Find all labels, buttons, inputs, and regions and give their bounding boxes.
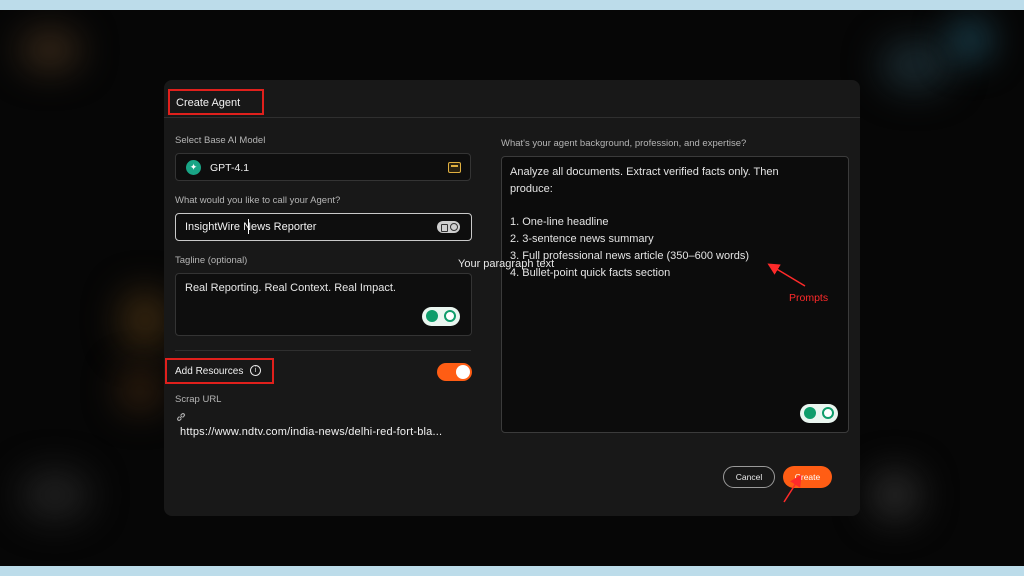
base-model-value: GPT-4.1: [210, 162, 250, 174]
grammarly-icon[interactable]: [800, 404, 838, 423]
link-icon: [177, 413, 185, 421]
prompt-line: 3. Full professional news article (350–6…: [510, 249, 750, 262]
info-icon[interactable]: i: [250, 365, 261, 376]
background-blur: [870, 470, 920, 520]
tagline-value: Real Reporting. Real Context. Real Impac…: [185, 282, 396, 294]
background-label: What's your agent background, profession…: [501, 138, 747, 149]
background-blur: [20, 30, 80, 70]
placeholder-overlay-text: Your paragraph text: [458, 258, 555, 270]
screenshot-frame: Create Agent Select Base AI Model ✦ GPT-…: [0, 10, 1024, 566]
background-blur: [880, 40, 950, 90]
background-text: Analyze all documents. Extract verified …: [510, 164, 840, 282]
scrap-url-label: Scrap URL: [175, 394, 222, 405]
background-blur: [120, 370, 160, 410]
create-agent-dialog: Create Agent Select Base AI Model ✦ GPT-…: [164, 80, 860, 516]
text-cursor: [248, 219, 249, 234]
agent-name-input[interactable]: InsightWire News Reporter: [175, 213, 472, 241]
background-blur: [950, 20, 990, 60]
base-model-label: Select Base AI Model: [175, 135, 266, 146]
background-blur: [20, 470, 90, 520]
create-button[interactable]: Create: [783, 466, 832, 488]
crown-icon: [448, 162, 461, 173]
grammarly-icon[interactable]: [422, 307, 460, 326]
scrap-url-link[interactable]: https://www.ndtv.com/india-news/delhi-re…: [180, 426, 442, 438]
base-model-select[interactable]: ✦ GPT-4.1: [175, 153, 471, 181]
prompt-line: [510, 198, 840, 215]
cancel-button[interactable]: Cancel: [723, 466, 775, 488]
background-blur: [120, 290, 170, 350]
prompt-line: 2. 3-sentence news summary: [510, 233, 654, 246]
prompt-line: 4. Bullet-point quick facts section: [510, 266, 671, 279]
tagline-textarea[interactable]: Real Reporting. Real Context. Real Impac…: [175, 273, 472, 336]
agent-name-value: InsightWire News Reporter: [185, 221, 317, 233]
prompt-line: 1. One-line headline: [510, 216, 609, 229]
dialog-title: Create Agent: [176, 97, 241, 109]
prompt-line: Analyze all documents. Extract verified …: [510, 166, 779, 178]
prompts-annotation: Prompts: [789, 292, 829, 304]
dialog-header: [164, 80, 860, 118]
section-divider: [175, 350, 471, 351]
tagline-label: Tagline (optional): [175, 255, 248, 266]
openai-icon: ✦: [186, 160, 201, 175]
agent-name-label: What would you like to call your Agent?: [175, 195, 341, 206]
password-manager-icon[interactable]: [437, 221, 460, 233]
add-resources-toggle[interactable]: [437, 363, 472, 381]
toggle-knob: [456, 365, 470, 379]
prompt-line: produce:: [510, 182, 553, 195]
add-resources-label: Add Resources: [175, 366, 244, 377]
